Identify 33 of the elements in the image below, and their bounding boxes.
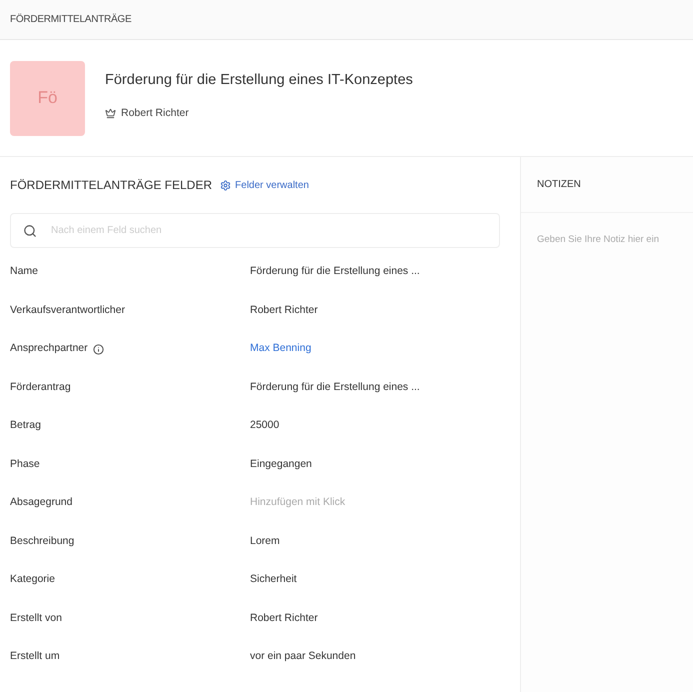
field-value[interactable]: Sicherheit <box>250 572 297 588</box>
field-value[interactable]: Max Benning <box>250 341 312 358</box>
field-label: Kategorie <box>10 572 55 588</box>
settings-icon <box>220 180 232 190</box>
field-label: Erstellt von <box>10 610 62 626</box>
info-icon <box>92 344 104 355</box>
field-value[interactable]: Robert Richter <box>250 302 318 319</box>
crown-icon <box>105 108 116 120</box>
field-label: Förderantrag <box>10 380 71 395</box>
field-value[interactable]: Robert Richter <box>250 610 318 627</box>
field-label: Verkaufsverantwortlicher <box>10 302 125 318</box>
field-label: Absagegrund <box>10 495 72 510</box>
record-avatar: Fö <box>10 60 85 136</box>
manage-fields-link[interactable]: Felder verwalten <box>220 178 309 192</box>
field-label: Name <box>10 264 38 280</box>
record-title: Förderung für die Erstellung eines IT-Konzeptes <box>105 71 413 90</box>
field-value[interactable]: Förderung für die Erstellung eines ... <box>250 380 420 396</box>
record-owner: Robert Richter <box>121 106 189 121</box>
field-label: Beschreibung <box>10 534 74 549</box>
field-value[interactable]: 25000 <box>250 418 280 434</box>
field-label: Betrag <box>10 418 41 434</box>
field-value[interactable]: Förderung für die Erstellung eines ... <box>250 264 420 280</box>
breadcrumb: FÖRDERMITTELANTRÄGE <box>10 12 132 27</box>
field-value[interactable]: vor ein paar Sekunden <box>250 649 356 666</box>
notes-title: NOTIZEN <box>537 178 581 192</box>
field-value[interactable]: Eingegangen <box>250 456 312 473</box>
field-label: Ansprechpartner <box>10 341 88 356</box>
search-icon <box>23 224 37 238</box>
field-label: Phase <box>10 456 40 472</box>
notes-field[interactable]: Geben Sie Ihre Notiz hier ein <box>537 233 693 257</box>
field-label: Erstellt um <box>10 649 60 664</box>
field-value[interactable]: Lorem <box>250 534 280 550</box>
panel-title: FÖRDERMITTELANTRÄGE FELDER <box>10 177 212 194</box>
